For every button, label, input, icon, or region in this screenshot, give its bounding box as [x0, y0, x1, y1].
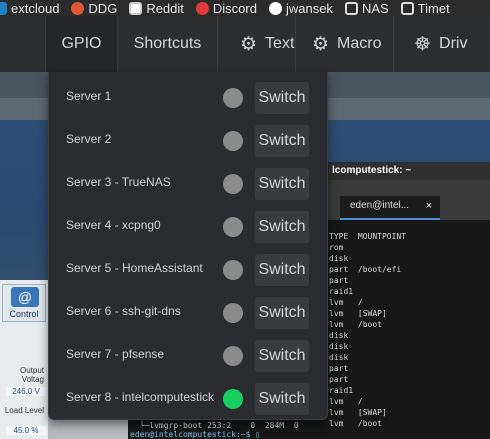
terminal-title: lcomputestick: ~	[328, 162, 490, 180]
terminal-tab[interactable]: eden@intel... ×	[340, 196, 440, 220]
server-row: Server 3 - TrueNAS Switch	[49, 160, 329, 203]
server-row: Server 4 - xcpng0 Switch	[49, 203, 329, 246]
tab-gpio[interactable]: GPIO	[46, 16, 118, 72]
server-label: Server 6 - ssh-git-dns	[66, 303, 181, 318]
nextcloud-icon	[0, 1, 7, 15]
bookmark-jwansek[interactable]: jwansek	[268, 1, 333, 16]
server-label: Server 5 - HomeAssistant	[66, 260, 203, 275]
server-label: Server 7 - pfsense	[66, 346, 165, 361]
steering-wheel-icon: ☸	[414, 33, 432, 55]
server-row: Server 5 - HomeAssistant Switch	[49, 246, 329, 289]
status-indicator	[223, 303, 243, 323]
switch-button[interactable]: Switch	[255, 383, 309, 415]
tab-shortcuts[interactable]: Shortcuts	[118, 16, 218, 72]
terminal-line: lvm [SWAP]	[329, 309, 387, 318]
terminal-line: raid1	[329, 386, 354, 395]
control-icon: @	[11, 287, 39, 307]
terminal-line: lvm /boot	[329, 320, 382, 329]
nav-spacer	[0, 16, 46, 72]
switch-button[interactable]: Switch	[255, 168, 309, 200]
server-label: Server 3 - TrueNAS	[66, 174, 171, 189]
bookmark-nas[interactable]: NAS	[344, 1, 389, 16]
bookmark-reddit[interactable]: Reddit	[129, 1, 184, 16]
output-voltage-label: Output Voltag	[19, 366, 44, 384]
status-indicator	[223, 346, 243, 366]
terminal-line: lvm /	[329, 298, 363, 307]
discord-icon	[195, 1, 209, 15]
terminal-line: lvm [SWAP]	[329, 408, 387, 417]
terminal-line: disk	[329, 331, 349, 340]
server-row: Server 6 - ssh-git-dns Switch	[49, 289, 329, 332]
close-icon[interactable]: ×	[426, 196, 432, 216]
bookmark-timet[interactable]: Timet	[400, 1, 450, 16]
calendar-icon	[400, 1, 414, 15]
terminal-line: lvm /	[329, 397, 363, 406]
terminal-line: raid1	[329, 287, 354, 296]
server-label: Server 4 - xcpng0	[66, 217, 161, 232]
tab-drive[interactable]: ☸ Driv	[394, 16, 490, 72]
duckduckgo-icon	[71, 1, 85, 15]
bookmark-discord[interactable]: Discord	[195, 1, 257, 16]
terminal-line: └─lvmgrp-boot 253:2 0 284M 0	[130, 421, 299, 430]
status-indicator	[223, 260, 243, 280]
status-indicator	[223, 174, 243, 194]
terminal-line: disk	[329, 342, 349, 351]
load-level-value: 45.0 %	[6, 426, 46, 435]
gear-icon: ⚙	[240, 33, 258, 55]
switch-button[interactable]: Switch	[255, 211, 309, 243]
github-icon	[268, 1, 282, 15]
top-nav: GPIO Shortcuts ⚙ Text ⚙ Macro ☸ Driv	[0, 16, 490, 72]
terminal-line: part	[329, 364, 349, 373]
switch-button[interactable]: Switch	[255, 254, 309, 286]
bookmark-nextcloud[interactable]: extcloud	[0, 1, 59, 16]
gear-icon: ⚙	[312, 33, 330, 55]
status-indicator	[223, 131, 243, 151]
bookmark-ddg[interactable]: DDG	[71, 1, 117, 16]
terminal-line: disk	[329, 254, 349, 263]
server-label: Server 2	[66, 131, 112, 146]
output-voltage-value: 246.0 V	[6, 387, 46, 396]
switch-button[interactable]: Switch	[255, 125, 309, 157]
terminal-line: part	[329, 375, 349, 384]
server-label: Server 1	[66, 88, 112, 103]
load-level-label: Load Level	[4, 406, 44, 415]
terminal-line: part	[329, 276, 349, 285]
tab-macro[interactable]: ⚙ Macro	[296, 16, 394, 72]
terminal-line: disk	[329, 353, 349, 362]
switch-button[interactable]: Switch	[255, 340, 309, 372]
terminal-body[interactable]	[328, 220, 490, 439]
gpio-dropdown: Server 1 Switch Server 2 Switch Server 3…	[48, 72, 328, 420]
server-row: Server 1 Switch	[49, 74, 329, 117]
server-row: Server 7 - pfsense Switch	[49, 332, 329, 375]
terminal-header: TYPE MOUNTPOINT	[329, 232, 407, 241]
switch-button[interactable]: Switch	[255, 82, 309, 114]
status-indicator	[223, 88, 243, 108]
terminal-line: lvm /boot	[329, 419, 382, 428]
switch-button[interactable]: Switch	[255, 297, 309, 329]
server-label: Server 8 - intelcomputestick	[66, 389, 215, 404]
terminal-prompt: eden@intelcomputestick:~$ ▯	[130, 430, 261, 439]
status-indicator	[223, 217, 243, 237]
terminal-line: rom	[329, 243, 344, 252]
control-button[interactable]: @ Control	[2, 284, 46, 322]
tab-text[interactable]: ⚙ Text	[218, 16, 296, 72]
server-row: Server 2 Switch	[49, 117, 329, 160]
reddit-icon	[129, 1, 143, 15]
bookmarks-bar: extcloud DDG Reddit Discord jwansek NAS …	[0, 0, 490, 16]
folder-icon	[344, 1, 358, 15]
status-indicator	[223, 389, 243, 409]
terminal-line: part /boot/efi	[329, 265, 402, 274]
server-row: Server 8 - intelcomputestick Switch	[49, 375, 329, 418]
